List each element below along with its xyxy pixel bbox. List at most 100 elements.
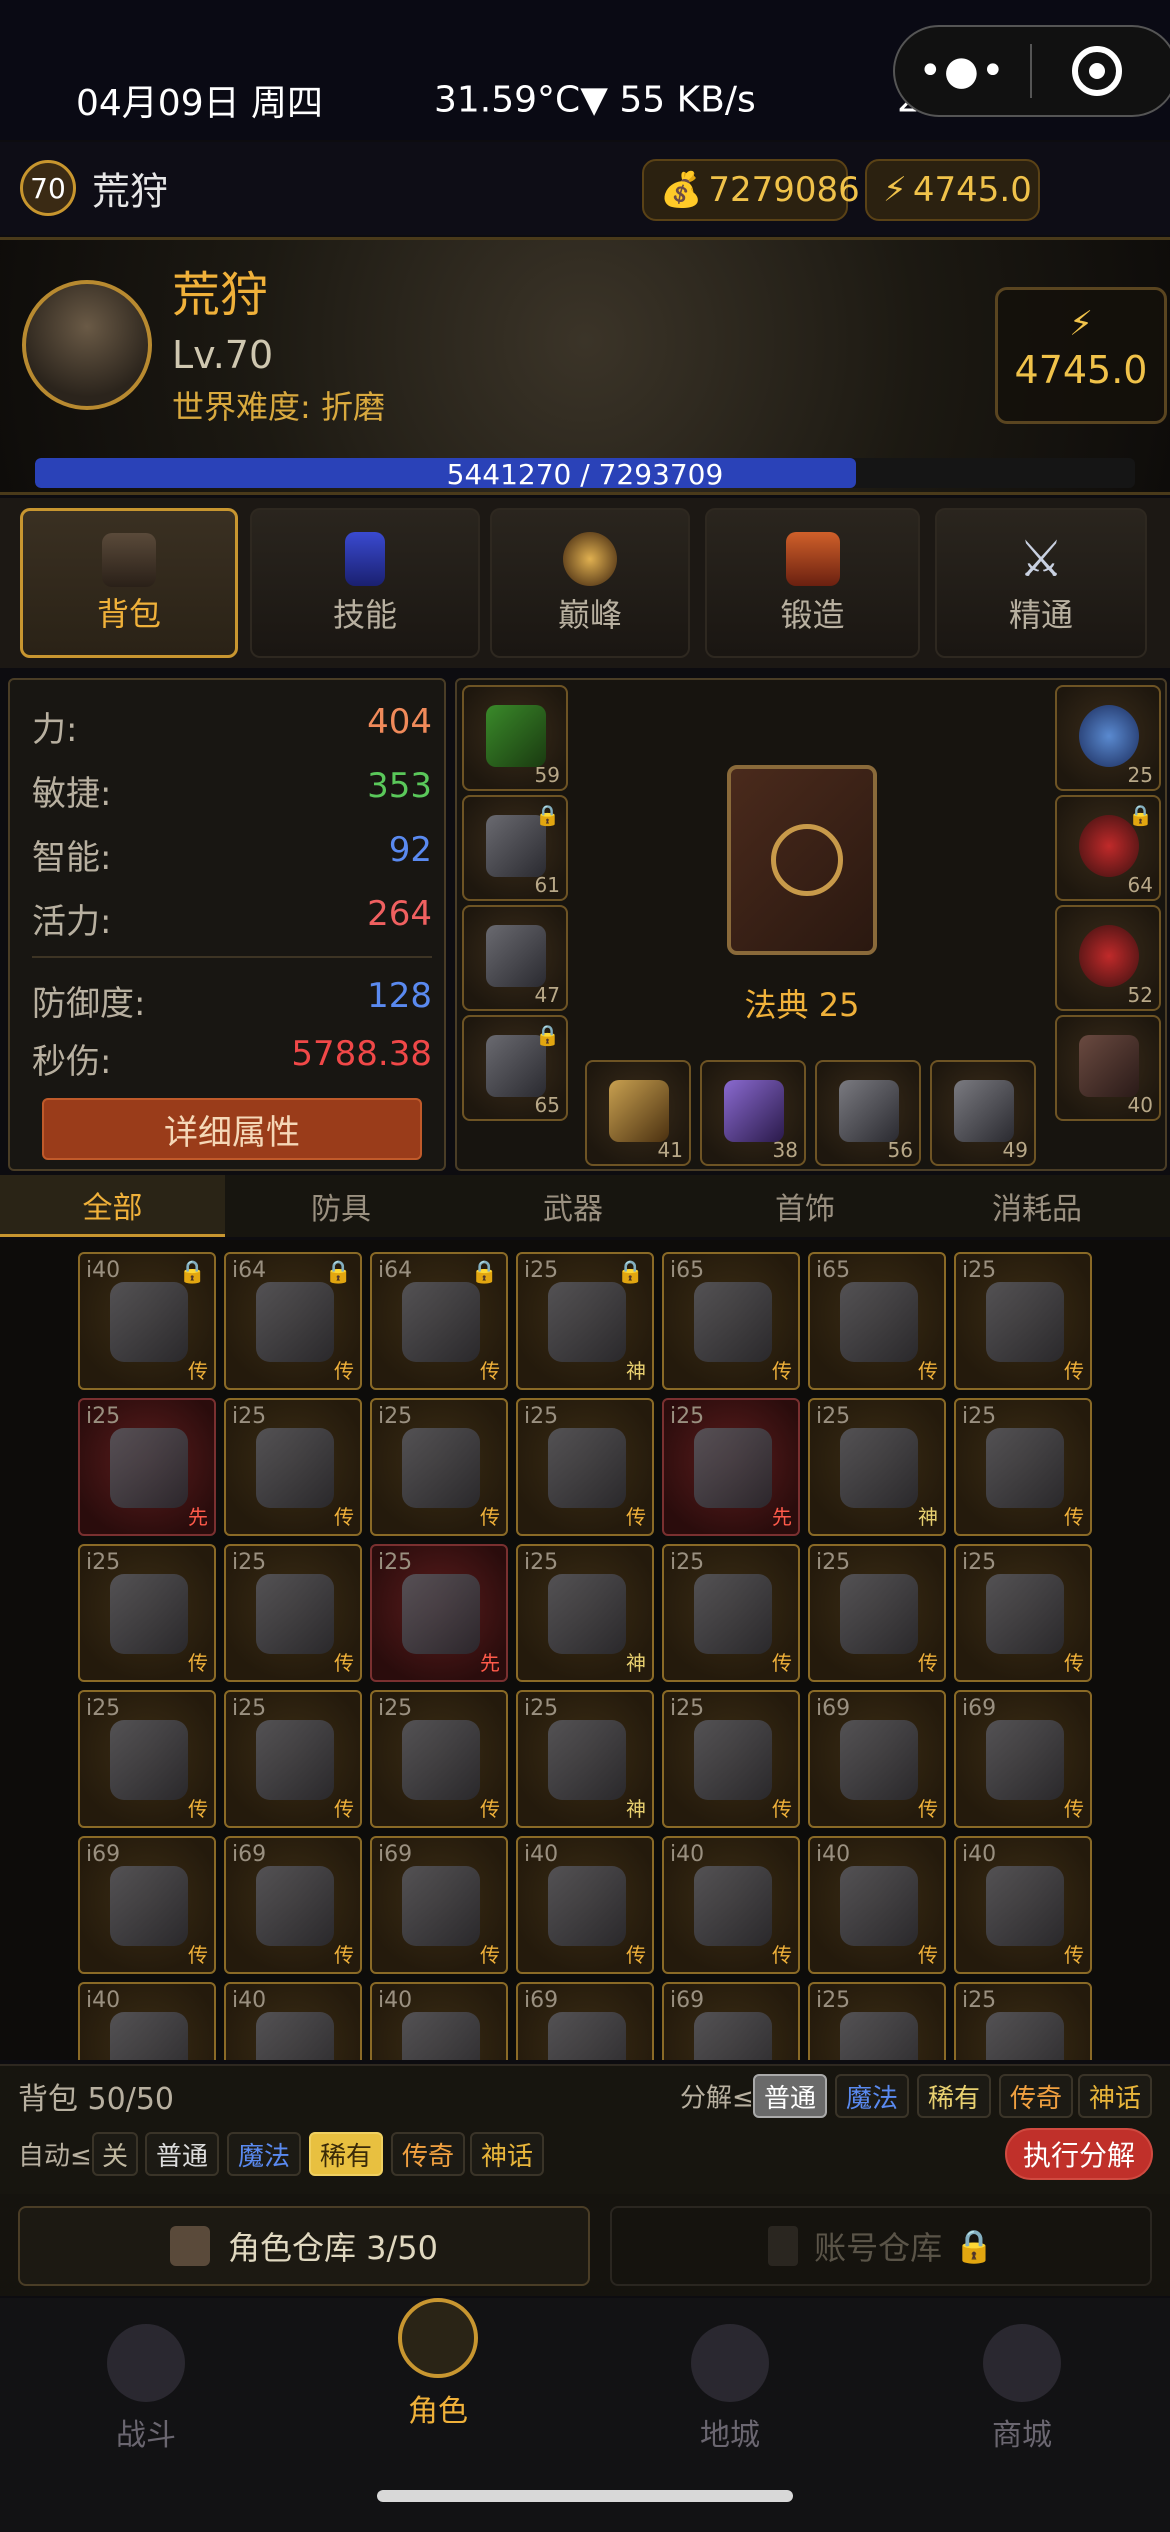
account-storage-button[interactable]: 账号仓库 🔒 [610,2206,1152,2286]
inventory-item[interactable]: i25 先 [78,1398,216,1536]
equip-slot-ring-1[interactable]: 🔒 64 [1055,795,1161,901]
tab-label: 精通 [1008,596,1073,634]
inventory-item[interactable]: i40 [370,1982,508,2060]
nav-dungeon[interactable]: 地城 [584,2298,876,2453]
inventory-item[interactable]: i69 传 [808,1690,946,1828]
inventory-item[interactable]: i25 传 [224,1690,362,1828]
inventory-item[interactable]: i25 传 [662,1544,800,1682]
equip-slot-pants[interactable]: 🔒 65 [462,1015,568,1121]
close-target-icon[interactable] [1072,46,1122,96]
equip-slot-ring-2[interactable]: 52 [1055,905,1161,1011]
cat-tab-armor[interactable]: 防具 [225,1175,457,1237]
inventory-item[interactable]: i69 传 [224,1836,362,1974]
inventory-item[interactable]: i69 [662,1982,800,2060]
item-icon [840,1428,918,1508]
codex-book-icon[interactable] [727,765,877,955]
salvage-opt-legendary[interactable]: 传奇 [999,2074,1073,2118]
cat-tab-weapons[interactable]: 武器 [457,1175,689,1237]
auto-opt-legendary[interactable]: 传奇 [391,2132,465,2176]
inventory-item[interactable]: i25 神 [516,1544,654,1682]
cat-tab-consumables[interactable]: 消耗品 [921,1175,1153,1237]
equip-slot-weapon-2[interactable]: 38 [700,1060,806,1166]
auto-opt-mythic[interactable]: 神话 [470,2132,544,2176]
item-icon [840,1866,918,1946]
inventory-item[interactable]: i25 🔒 神 [516,1252,654,1390]
inventory-item[interactable]: i64 🔒 传 [370,1252,508,1390]
tab-skills[interactable]: 技能 [250,508,480,658]
energy-box[interactable]: ⚡ 4745.0 [995,287,1167,424]
inventory-item[interactable]: i69 传 [954,1690,1092,1828]
bag-controls: 背包 50/50 分解≤ 普通 魔法 稀有 传奇 神话 自动≤ 关 普通 魔法 … [0,2064,1170,2194]
nav-character[interactable]: 角色 [292,2298,584,2448]
tab-label: 技能 [332,596,397,634]
character-storage-button[interactable]: 角色仓库 3/50 [18,2206,590,2286]
inventory-item[interactable]: i40 [78,1982,216,2060]
lock-icon: 🔒 [1128,803,1153,827]
inventory-item[interactable]: i64 🔒 传 [224,1252,362,1390]
equip-slot-weapon-4[interactable]: 49 [930,1060,1036,1166]
salvage-opt-mythic[interactable]: 神话 [1078,2074,1152,2118]
gold-pill[interactable]: 💰 7279086 [642,159,860,221]
inventory-item[interactable]: i25 [954,1982,1092,2060]
salvage-opt-rare[interactable]: 稀有 [917,2074,991,2118]
inventory-item[interactable]: i69 传 [370,1836,508,1974]
inventory-item[interactable]: i25 先 [370,1544,508,1682]
auto-opt-magic[interactable]: 魔法 [227,2132,301,2176]
inventory-item[interactable]: i25 神 [516,1690,654,1828]
inventory-item[interactable]: i25 传 [954,1252,1092,1390]
tab-paragon[interactable]: 巅峰 [490,508,690,658]
equip-slot-chest[interactable]: 🔒 61 [462,795,568,901]
inventory-item[interactable]: i25 传 [224,1398,362,1536]
inventory-item[interactable]: i40 传 [516,1836,654,1974]
cat-tab-jewelry[interactable]: 首饰 [689,1175,921,1237]
inventory-item[interactable]: i25 传 [662,1690,800,1828]
inventory-item[interactable]: i25 传 [78,1690,216,1828]
tab-forge[interactable]: 锻造 [705,508,920,658]
nav-shop[interactable]: 商城 [876,2298,1168,2453]
auto-opt-normal[interactable]: 普通 [145,2132,219,2176]
tab-mastery[interactable]: ⚔ 精通 [935,508,1147,658]
inventory-item[interactable]: i40 🔒 传 [78,1252,216,1390]
inventory-item[interactable]: i40 传 [662,1836,800,1974]
inventory-item[interactable]: i25 传 [224,1544,362,1682]
salvage-opt-normal[interactable]: 普通 [753,2074,827,2118]
inventory-item[interactable]: i25 先 [662,1398,800,1536]
equip-slot-gloves[interactable]: 47 [462,905,568,1011]
inventory-item[interactable]: i25 神 [808,1398,946,1536]
equip-slot-boots[interactable]: 40 [1055,1015,1161,1121]
equip-slot-amulet[interactable]: 59 [462,685,568,791]
inventory-item[interactable]: i69 传 [78,1836,216,1974]
hero-portrait[interactable] [22,280,152,410]
execute-salvage-button[interactable]: 执行分解 [1005,2128,1153,2180]
salvage-opt-magic[interactable]: 魔法 [835,2074,909,2118]
auto-opt-off[interactable]: 关 [92,2132,138,2176]
inventory-item[interactable]: i25 传 [954,1544,1092,1682]
inventory-item[interactable]: i25 传 [370,1690,508,1828]
auto-opt-rare[interactable]: 稀有 [309,2132,383,2176]
equip-slot-weapon-3[interactable]: 56 [815,1060,921,1166]
inventory-item[interactable]: i25 传 [516,1398,654,1536]
inventory-item[interactable]: i25 传 [808,1544,946,1682]
more-menu-icon[interactable]: •●• [895,48,1030,94]
nav-battle[interactable]: 战斗 [0,2298,292,2453]
inventory-item[interactable]: i65 传 [808,1252,946,1390]
item-icon [548,1866,626,1946]
inventory-item[interactable]: i25 [808,1982,946,2060]
inventory-item[interactable]: i40 [224,1982,362,2060]
tab-backpack[interactable]: 背包 [20,508,238,658]
inventory-item[interactable]: i65 传 [662,1252,800,1390]
cat-tab-all[interactable]: 全部 [0,1175,225,1237]
inventory-grid: i40 🔒 传 i64 🔒 传 i64 🔒 传 i25 🔒 神 i65 传 i65 传 i25 传 i25 先 i25 传… [0,1240,1170,2060]
inventory-item[interactable]: i25 传 [954,1398,1092,1536]
inventory-item[interactable]: i69 [516,1982,654,2060]
equip-slot-weapon-1[interactable]: 41 [585,1060,691,1166]
inventory-item[interactable]: i25 传 [78,1544,216,1682]
inventory-item[interactable]: i25 传 [370,1398,508,1536]
equip-slot-ring-swirl[interactable]: 25 [1055,685,1161,791]
equipment-panel: 59 🔒 61 47 🔒 65 25 🔒 64 52 40 法典 25 41 38 5… [455,678,1167,1171]
inventory-item[interactable]: i40 传 [954,1836,1092,1974]
energy-pill[interactable]: ⚡ 4745.0 [865,159,1040,221]
detail-attributes-button[interactable]: 详细属性 [42,1098,422,1160]
item-icon [256,1720,334,1800]
inventory-item[interactable]: i40 传 [808,1836,946,1974]
